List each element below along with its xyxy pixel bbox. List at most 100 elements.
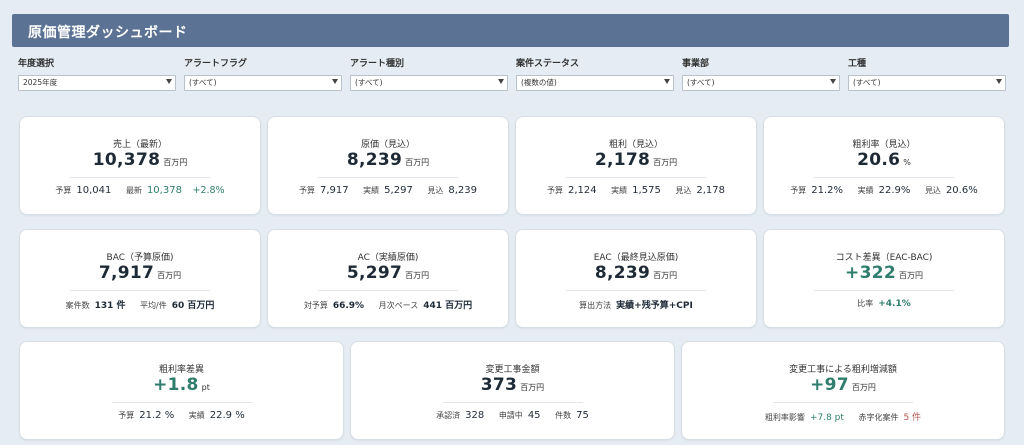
card-ac: AC（実績原価) 5,297 百万円 対予算 66.9% 月次ペース 441 百万円 (267, 229, 509, 328)
detail-value: 2,124 (567, 185, 597, 196)
filter-label: アラート種別 (350, 59, 405, 69)
card-detail: 予算 7,917 実績 5,297 見込 8,239 (268, 185, 508, 196)
card-main: +97 百万円 (682, 375, 1004, 395)
detail-label: 承認済 (436, 411, 461, 420)
filter-label: 工種 (848, 59, 867, 69)
kpi-unit: 百万円 (851, 383, 876, 392)
card-detail: 算出方法 実績+残予算+CPI (516, 298, 756, 311)
detail-label: 実績 (611, 186, 628, 195)
change-value: +2.8% (192, 185, 225, 196)
divider (442, 402, 583, 403)
kpi-unit: 百万円 (157, 271, 182, 280)
detail-value: 22.9% (878, 185, 911, 196)
card-detail: 粗利率影響 +7.8 pt 赤字化案件 5 件 (682, 410, 1004, 423)
divider (111, 402, 252, 403)
alert-type-select[interactable]: (すべて) (350, 75, 508, 91)
filter-label: 年度選択 (18, 59, 55, 69)
detail-value: 5 件 (903, 413, 922, 423)
card-detail: 対予算 66.9% 月次ペース 441 百万円 (268, 298, 508, 311)
detail-value: 45 (527, 410, 541, 421)
card-main: 8,239 百万円 (516, 263, 756, 283)
work-type-select[interactable]: (すべて) (848, 75, 1006, 91)
kpi-unit: 百万円 (405, 158, 430, 167)
card-detail: 予算 10,041 最新 10,378 +2.8% (20, 185, 260, 196)
card-main: +322 百万円 (764, 263, 1004, 283)
dropdown-arrow-icon (996, 79, 1002, 84)
card-margin-diff: 粗利率差異 +1.8 pt 予算 21.2 % 実績 22.9 % (19, 341, 344, 440)
card-main: 8,239 百万円 (268, 150, 508, 170)
card-main: 2,178 百万円 (516, 150, 756, 170)
kpi-value: +322 (845, 263, 896, 283)
filter-division: 事業部 (すべて) (682, 58, 840, 91)
detail-label: 最新 (125, 186, 142, 195)
card-title: EAC（最終見込原価) (593, 253, 679, 263)
detail-value: 441 百万円 (423, 301, 473, 311)
project-status-select[interactable]: (複数の値) (516, 75, 674, 91)
divider (70, 177, 210, 178)
card-main: 7,917 百万円 (20, 263, 260, 283)
detail-value: 5,297 (384, 185, 413, 196)
dashboard: 原価管理ダッシュボード 年度選択 2025年度 アラートフラグ (すべて) アラ… (0, 0, 1024, 445)
detail-value: 21.2% (811, 185, 844, 196)
card-title: 粗利率（見込） (852, 140, 916, 150)
filter-label: 案件ステータス (516, 59, 580, 69)
card-detail: 承認済 328 申請中 45 件数 75 (351, 410, 674, 421)
card-detail: 予算 21.2% 実績 22.9% 見込 20.6% (764, 185, 1004, 196)
detail-label: 予算 (790, 186, 807, 195)
year-select[interactable]: 2025年度 (18, 75, 176, 91)
divider (814, 177, 954, 178)
card-eac: EAC（最終見込原価) 8,239 百万円 算出方法 実績+残予算+CPI (515, 229, 757, 328)
card-detail: 比率 +4.1% (764, 298, 1004, 309)
kpi-unit: % (903, 158, 911, 167)
divider (318, 177, 458, 178)
card-detail: 予算 2,124 実績 1,575 見込 2,178 (516, 185, 756, 196)
card-cost: 原価（見込） 8,239 百万円 予算 7,917 実績 5,297 見込 8,239 (267, 116, 509, 215)
kpi-value: +97 (810, 375, 849, 395)
detail-value: 7,917 (319, 185, 349, 196)
kpi-value: 8,239 (594, 263, 651, 283)
detail-value: 8,239 (448, 185, 477, 196)
detail-value: 60 百万円 (171, 301, 215, 311)
card-title: 粗利率差異 (158, 365, 204, 375)
card-main: 20.6% (764, 150, 1004, 170)
detail-label: 実績 (857, 186, 874, 195)
detail-value: 328 (465, 410, 485, 421)
divider (566, 177, 706, 178)
detail-label: 見込 (427, 186, 444, 195)
detail-label: 月次ペース (378, 301, 419, 310)
detail-label: 見込 (924, 186, 941, 195)
division-select[interactable]: (すべて) (682, 75, 840, 91)
detail-value: 22.9 % (209, 410, 245, 421)
filter-bar: 年度選択 2025年度 アラートフラグ (すべて) アラート種別 (すべて) 案… (18, 58, 1006, 92)
card-main: 10,378 百万円 (20, 150, 260, 170)
kpi-value: 10,378 (92, 150, 161, 170)
detail-label: 予算 (55, 186, 72, 195)
filter-year: 年度選択 2025年度 (18, 58, 176, 91)
card-main: 373 百万円 (351, 375, 674, 395)
kpi-unit: 百万円 (163, 158, 188, 167)
card-margin: 粗利率（見込） 20.6% 予算 21.2% 実績 22.9% 見込 20.6% (763, 116, 1005, 215)
dropdown-arrow-icon (664, 79, 670, 84)
filter-work-type: 工種 (すべて) (848, 58, 1006, 91)
divider (70, 290, 210, 291)
detail-value: 2,178 (696, 185, 725, 196)
card-title: BAC（予算原価) (106, 253, 174, 263)
detail-value: 66.9% (332, 301, 365, 311)
kpi-value: 5,297 (346, 263, 403, 283)
filter-label: アラートフラグ (184, 59, 248, 69)
card-detail: 案件数 131 件 平均/件 60 百万円 (20, 298, 260, 311)
dropdown-arrow-icon (332, 79, 338, 84)
kpi-unit: 百万円 (653, 271, 678, 280)
divider (773, 402, 913, 403)
detail-label: 実績 (363, 186, 380, 195)
alert-flag-select[interactable]: (すべて) (184, 75, 342, 91)
card-title: 売上（最新） (112, 140, 167, 150)
filter-project-status: 案件ステータス (複数の値) (516, 58, 674, 91)
detail-label: 赤字化案件 (858, 413, 899, 422)
kpi-unit: 百万円 (520, 383, 545, 392)
kpi-unit: pt (201, 383, 210, 392)
filter-alert-flag: アラートフラグ (すべて) (184, 58, 342, 91)
kpi-value: +1.8 (153, 375, 199, 395)
kpi-value: 20.6 (857, 150, 901, 170)
kpi-unit: 百万円 (653, 158, 678, 167)
